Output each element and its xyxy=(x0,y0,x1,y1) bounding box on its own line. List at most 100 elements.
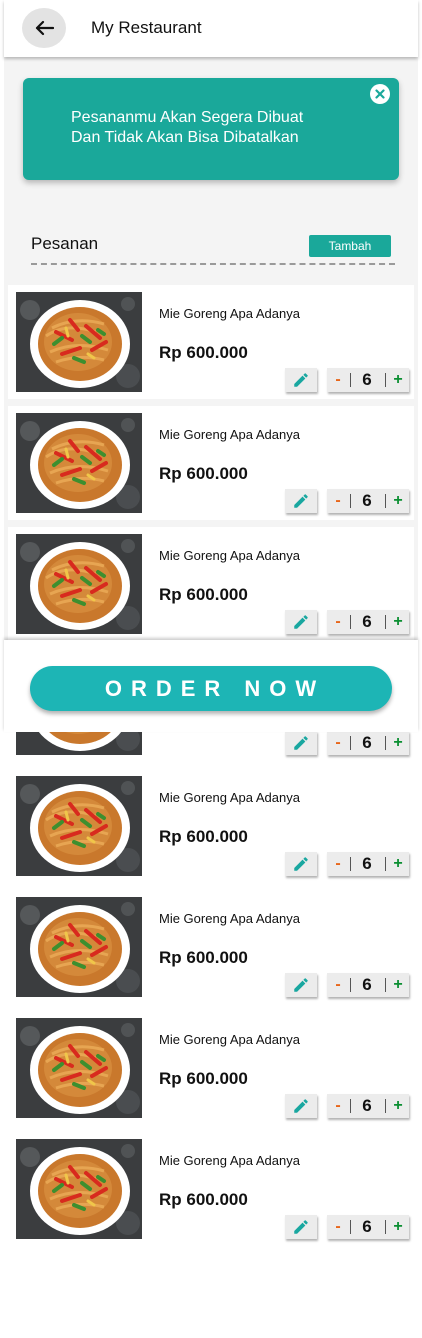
stepper-divider xyxy=(350,373,351,387)
order-item: Mie Goreng Apa Adanya Rp 600.000 - 6 + xyxy=(8,890,414,1004)
orders-section-title: Pesanan xyxy=(31,234,99,253)
item-price: Rp 600.000 xyxy=(159,948,248,967)
quantity-stepper: - 6 + xyxy=(327,973,409,997)
order-item: Mie Goreng Apa Adanya Rp 600.000 - 6 + xyxy=(8,527,414,641)
add-order-button[interactable]: Tambah xyxy=(309,235,391,257)
increase-quantity-button[interactable]: + xyxy=(389,1215,407,1239)
item-price: Rp 600.000 xyxy=(159,1190,248,1209)
item-name: Mie Goreng Apa Adanya xyxy=(159,427,300,442)
pencil-icon xyxy=(294,978,308,992)
item-price: Rp 600.000 xyxy=(159,464,248,483)
food-image xyxy=(16,897,142,997)
section-divider xyxy=(31,263,395,265)
stepper-divider xyxy=(350,857,351,871)
decrease-quantity-button[interactable]: - xyxy=(329,489,347,513)
arrow-left-icon xyxy=(35,20,54,36)
food-image xyxy=(16,534,142,634)
notice-close-button[interactable] xyxy=(370,84,390,104)
notice-line-2: Dan Tidak Akan Bisa Dibatalkan xyxy=(71,129,299,146)
order-item: Mie Goreng Apa Adanya Rp 600.000 - 6 + xyxy=(8,406,414,520)
item-name: Mie Goreng Apa Adanya xyxy=(159,1153,300,1168)
quantity-value: 6 xyxy=(362,733,372,752)
notice-line-1: Pesananmu Akan Segera Dibuat xyxy=(71,109,304,126)
stepper-divider xyxy=(385,615,386,629)
item-name: Mie Goreng Apa Adanya xyxy=(159,548,300,563)
quantity-stepper: - 6 + xyxy=(327,489,409,513)
quantity-value: 6 xyxy=(362,612,372,631)
stepper-divider xyxy=(385,978,386,992)
decrease-quantity-button[interactable]: - xyxy=(329,852,347,876)
pencil-icon xyxy=(294,615,308,629)
stepper-divider xyxy=(385,1099,386,1113)
item-price: Rp 600.000 xyxy=(159,1069,248,1088)
quantity-value: 6 xyxy=(362,854,372,873)
edit-item-button[interactable] xyxy=(285,610,317,634)
close-icon xyxy=(375,89,385,99)
increase-quantity-button[interactable]: + xyxy=(389,489,407,513)
notice-message: Pesananmu Akan Segera Dibuat Dan Tidak A… xyxy=(71,108,361,148)
edit-item-button[interactable] xyxy=(285,368,317,392)
decrease-quantity-button[interactable]: - xyxy=(329,973,347,997)
stepper-divider xyxy=(385,373,386,387)
pencil-icon xyxy=(294,1220,308,1234)
stepper-divider xyxy=(385,1220,386,1234)
quantity-value: 6 xyxy=(362,491,372,510)
order-notice-banner: Pesananmu Akan Segera Dibuat Dan Tidak A… xyxy=(23,78,399,180)
page-title: My Restaurant xyxy=(91,18,202,37)
item-name: Mie Goreng Apa Adanya xyxy=(159,790,300,805)
decrease-quantity-button[interactable]: - xyxy=(329,731,347,755)
item-name: Mie Goreng Apa Adanya xyxy=(159,1032,300,1047)
item-name: Mie Goreng Apa Adanya xyxy=(159,306,300,321)
quantity-value: 6 xyxy=(362,975,372,994)
edit-item-button[interactable] xyxy=(285,1215,317,1239)
stepper-divider xyxy=(350,978,351,992)
quantity-value: 6 xyxy=(362,370,372,389)
stepper-divider xyxy=(350,1099,351,1113)
app-bar: My Restaurant xyxy=(4,0,418,57)
back-button[interactable] xyxy=(22,8,66,48)
quantity-value: 6 xyxy=(362,1096,372,1115)
pencil-icon xyxy=(294,494,308,508)
order-item: Mie Goreng Apa Adanya Rp 600.000 - 6 + xyxy=(8,769,414,883)
stepper-divider xyxy=(350,1220,351,1234)
order-screen: My Restaurant Pesananmu Akan Segera Dibu… xyxy=(0,0,422,1338)
increase-quantity-button[interactable]: + xyxy=(389,731,407,755)
food-image xyxy=(16,1139,142,1239)
order-bar: ORDER NOW xyxy=(4,640,418,732)
edit-item-button[interactable] xyxy=(285,489,317,513)
decrease-quantity-button[interactable]: - xyxy=(329,1094,347,1118)
increase-quantity-button[interactable]: + xyxy=(389,973,407,997)
decrease-quantity-button[interactable]: - xyxy=(329,1215,347,1239)
quantity-stepper: - 6 + xyxy=(327,1215,409,1239)
increase-quantity-button[interactable]: + xyxy=(389,1094,407,1118)
stepper-divider xyxy=(385,857,386,871)
increase-quantity-button[interactable]: + xyxy=(389,368,407,392)
item-price: Rp 600.000 xyxy=(159,585,248,604)
stepper-divider xyxy=(385,736,386,750)
increase-quantity-button[interactable]: + xyxy=(389,610,407,634)
edit-item-button[interactable] xyxy=(285,1094,317,1118)
quantity-stepper: - 6 + xyxy=(327,610,409,634)
quantity-stepper: - 6 + xyxy=(327,368,409,392)
pencil-icon xyxy=(294,736,308,750)
quantity-stepper: - 6 + xyxy=(327,731,409,755)
quantity-stepper: - 6 + xyxy=(327,1094,409,1118)
order-now-button[interactable]: ORDER NOW xyxy=(30,666,392,711)
increase-quantity-button[interactable]: + xyxy=(389,852,407,876)
decrease-quantity-button[interactable]: - xyxy=(329,610,347,634)
edit-item-button[interactable] xyxy=(285,852,317,876)
stepper-divider xyxy=(350,736,351,750)
item-name: Mie Goreng Apa Adanya xyxy=(159,911,300,926)
order-item: Mie Goreng Apa Adanya Rp 600.000 - 6 + xyxy=(8,285,414,399)
item-price: Rp 600.000 xyxy=(159,343,248,362)
stepper-divider xyxy=(385,494,386,508)
pencil-icon xyxy=(294,1099,308,1113)
quantity-value: 6 xyxy=(362,1217,372,1236)
pencil-icon xyxy=(294,857,308,871)
decrease-quantity-button[interactable]: - xyxy=(329,368,347,392)
item-price: Rp 600.000 xyxy=(159,827,248,846)
edit-item-button[interactable] xyxy=(285,731,317,755)
pencil-icon xyxy=(294,373,308,387)
stepper-divider xyxy=(350,615,351,629)
edit-item-button[interactable] xyxy=(285,973,317,997)
